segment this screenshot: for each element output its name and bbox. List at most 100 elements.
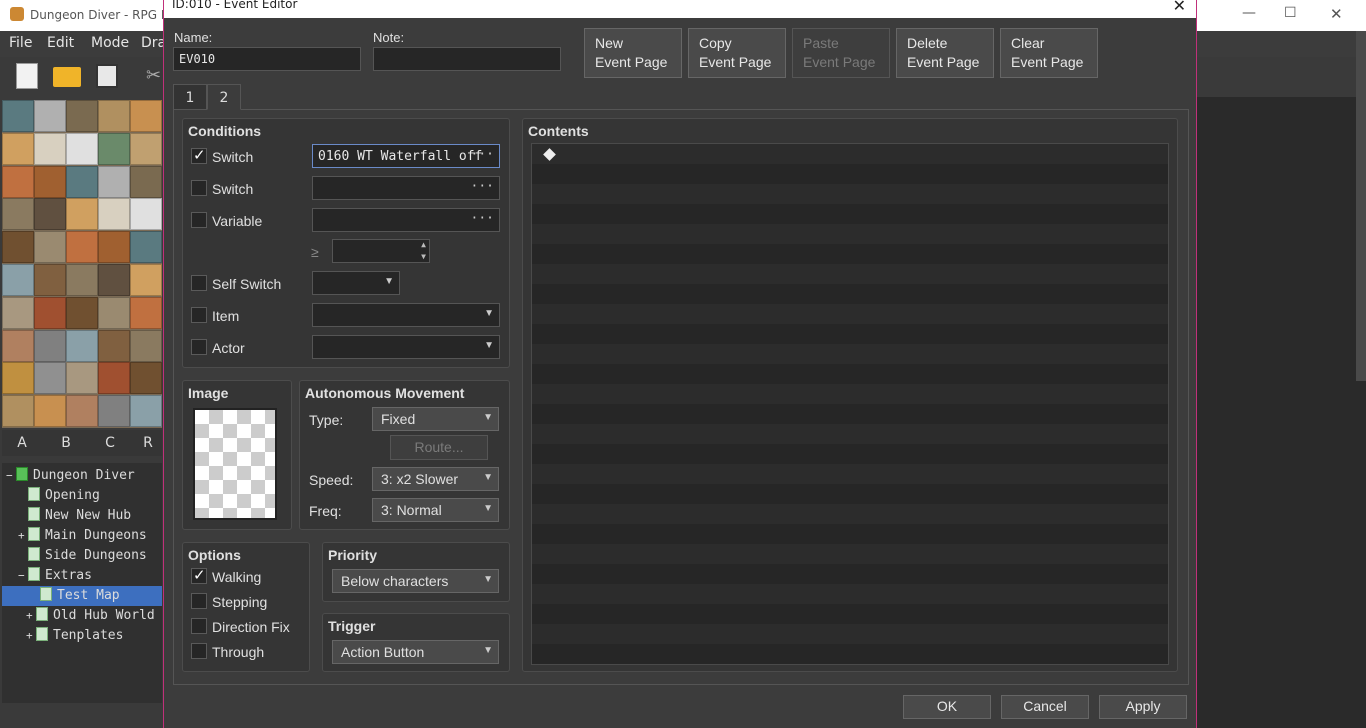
tileset-tile[interactable] bbox=[34, 231, 66, 264]
item-checkbox[interactable] bbox=[191, 307, 207, 323]
tileset-tab-a[interactable]: A bbox=[2, 435, 42, 451]
self-switch-checkbox[interactable] bbox=[191, 275, 207, 291]
tree-item-test-map[interactable]: Test Map bbox=[2, 586, 162, 606]
variable-checkbox[interactable] bbox=[191, 212, 207, 228]
actor-select[interactable]: ▼ bbox=[312, 335, 500, 359]
minimize-icon[interactable]: — bbox=[1242, 5, 1256, 21]
tileset-tile[interactable] bbox=[34, 395, 66, 428]
tileset-tile[interactable] bbox=[98, 165, 130, 198]
priority-select[interactable]: Below characters ▼ bbox=[332, 569, 499, 593]
tileset-tab-r[interactable]: R bbox=[134, 435, 162, 451]
tileset-tile[interactable] bbox=[34, 198, 66, 231]
paste-event-page-button[interactable]: Paste Event Page bbox=[792, 28, 890, 78]
tileset-tab-b[interactable]: B bbox=[46, 435, 86, 451]
tileset-tile[interactable] bbox=[2, 132, 34, 165]
tileset-tile[interactable] bbox=[98, 231, 130, 264]
switch2-field[interactable]: ··· bbox=[312, 176, 500, 200]
tileset-tile[interactable] bbox=[66, 329, 98, 362]
tileset-tile[interactable] bbox=[34, 132, 66, 165]
route-button[interactable]: Route... bbox=[390, 435, 488, 460]
tileset-tile[interactable] bbox=[2, 165, 34, 198]
tileset-tile[interactable] bbox=[98, 362, 130, 395]
tileset-tile[interactable] bbox=[98, 264, 130, 296]
tileset-tile[interactable] bbox=[2, 231, 34, 264]
tree-item-old-hub-world[interactable]: + Old Hub World bbox=[26, 606, 155, 626]
tileset-tile[interactable] bbox=[34, 165, 66, 198]
event-image-preview[interactable] bbox=[193, 408, 277, 520]
tileset-tile[interactable] bbox=[66, 100, 98, 132]
menu-file[interactable]: File bbox=[9, 35, 32, 51]
tileset-tile[interactable] bbox=[130, 231, 162, 264]
tileset-tile[interactable] bbox=[34, 362, 66, 395]
walking-checkbox[interactable] bbox=[191, 566, 207, 584]
new-file-icon[interactable] bbox=[16, 63, 38, 89]
page-tab-2[interactable]: 2 bbox=[207, 84, 241, 110]
spinner-up-icon[interactable]: ▲ bbox=[421, 240, 426, 249]
tree-item-opening[interactable]: Opening bbox=[18, 486, 100, 506]
tileset-tile[interactable] bbox=[2, 198, 34, 231]
tileset-tile[interactable] bbox=[130, 165, 162, 198]
copy-event-page-button[interactable]: Copy Event Page bbox=[688, 28, 786, 78]
new-event-page-button[interactable]: New Event Page bbox=[584, 28, 682, 78]
tileset-tile[interactable] bbox=[98, 329, 130, 362]
tileset-tile[interactable] bbox=[66, 296, 98, 329]
movement-speed-select[interactable]: 3: x2 Slower ▼ bbox=[372, 467, 499, 491]
switch1-field[interactable]: 0160 WT Waterfall off ··· bbox=[312, 144, 500, 168]
tileset-tile[interactable] bbox=[66, 231, 98, 264]
trigger-select[interactable]: Action Button ▼ bbox=[332, 640, 499, 664]
cut-icon[interactable]: ✂ bbox=[146, 65, 162, 87]
tileset-tile[interactable] bbox=[130, 264, 162, 296]
tileset-tile[interactable] bbox=[130, 395, 162, 428]
spinner-down-icon[interactable]: ▼ bbox=[421, 252, 426, 261]
tileset-tile[interactable] bbox=[130, 362, 162, 395]
map-scrollbar[interactable] bbox=[1356, 31, 1366, 381]
movement-freq-select[interactable]: 3: Normal ▼ bbox=[372, 498, 499, 522]
tileset-tile[interactable] bbox=[66, 395, 98, 428]
tileset-tile[interactable] bbox=[2, 264, 34, 296]
tileset-tile[interactable] bbox=[2, 296, 34, 329]
tileset-tile[interactable] bbox=[34, 329, 66, 362]
page-tab-1[interactable]: 1 bbox=[173, 84, 207, 110]
name-input[interactable]: EV010 bbox=[173, 47, 361, 71]
contents-command-list[interactable] bbox=[531, 143, 1169, 665]
tileset-tile[interactable] bbox=[130, 132, 162, 165]
self-switch-select[interactable]: ▼ bbox=[312, 271, 400, 295]
save-icon[interactable] bbox=[96, 64, 118, 88]
ok-button[interactable]: OK bbox=[903, 695, 991, 719]
tileset-tile[interactable] bbox=[130, 100, 162, 132]
clear-event-page-button[interactable]: Clear Event Page bbox=[1000, 28, 1098, 78]
tileset-tile[interactable] bbox=[98, 132, 130, 165]
tileset-palette[interactable] bbox=[2, 100, 162, 428]
menu-mode[interactable]: Mode bbox=[91, 35, 129, 51]
actor-checkbox[interactable] bbox=[191, 339, 207, 355]
menu-edit[interactable]: Edit bbox=[47, 35, 74, 51]
switch2-checkbox[interactable] bbox=[191, 180, 207, 196]
delete-event-page-button[interactable]: Delete Event Page bbox=[896, 28, 994, 78]
tileset-tile[interactable] bbox=[98, 395, 130, 428]
tileset-tile[interactable] bbox=[2, 329, 34, 362]
tileset-tile[interactable] bbox=[98, 100, 130, 132]
tree-item-dungeon-diver[interactable]: − Dungeon Diver bbox=[6, 466, 135, 486]
through-checkbox[interactable] bbox=[191, 643, 207, 659]
movement-type-select[interactable]: Fixed ▼ bbox=[372, 407, 499, 431]
direction-fix-checkbox[interactable] bbox=[191, 618, 207, 634]
tileset-tile[interactable] bbox=[2, 395, 34, 428]
dialog-close-icon[interactable]: ✕ bbox=[1173, 0, 1186, 15]
apply-button[interactable]: Apply bbox=[1099, 695, 1187, 719]
tileset-tile[interactable] bbox=[66, 132, 98, 165]
note-input[interactable] bbox=[373, 47, 561, 71]
tileset-tab-c[interactable]: C bbox=[90, 435, 130, 451]
tree-item-main-dungeons[interactable]: + Main Dungeons bbox=[18, 526, 147, 546]
open-folder-icon[interactable] bbox=[53, 67, 81, 87]
tree-item-side-dungeons[interactable]: Side Dungeons bbox=[18, 546, 147, 566]
tree-item-new-new-hub[interactable]: New New Hub bbox=[18, 506, 131, 526]
tileset-tile[interactable] bbox=[34, 296, 66, 329]
tileset-tile[interactable] bbox=[66, 165, 98, 198]
item-select[interactable]: ▼ bbox=[312, 303, 500, 327]
tileset-tile[interactable] bbox=[130, 329, 162, 362]
tileset-tile[interactable] bbox=[2, 100, 34, 132]
switch1-checkbox[interactable] bbox=[191, 146, 207, 164]
tileset-tile[interactable] bbox=[66, 198, 98, 231]
tileset-tile[interactable] bbox=[98, 198, 130, 231]
close-icon[interactable]: ✕ bbox=[1330, 5, 1343, 23]
